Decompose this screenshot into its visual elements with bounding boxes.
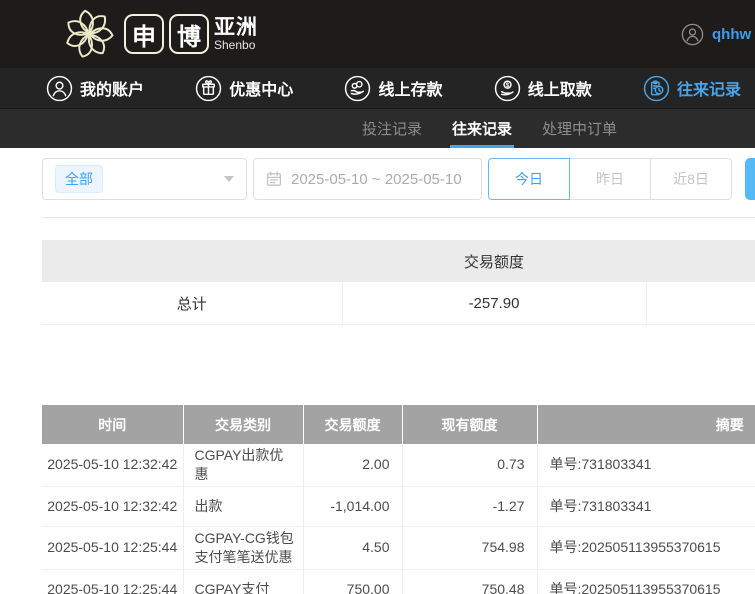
logo-region-text: 亚洲 — [214, 15, 258, 39]
user-icon — [46, 75, 73, 101]
search-button[interactable] — [745, 158, 755, 200]
summary-total-value: -257.90 — [342, 282, 647, 325]
transactions-table: 时间 交易类别 交易额度 现有额度 摘要 2025-05-10 12:32:42… — [42, 405, 755, 594]
brand-header: 申 博 亚洲 Shenbo qhhw — [0, 0, 755, 68]
nav-item-withdraw[interactable]: $ 线上取款 — [494, 75, 592, 102]
logo-subtitle-text: Shenbo — [214, 37, 256, 52]
table-cell: 2.00 — [303, 444, 403, 487]
table-cell: 0.73 — [402, 444, 538, 487]
sub-nav: 投注记录 往来记录 处理中订单 — [0, 109, 755, 148]
tab-label: 往来记录 — [452, 121, 513, 138]
nav-item-label: 往来记录 — [676, 82, 741, 99]
tab-label: 处理中订单 — [542, 121, 618, 138]
last-8-days-button[interactable]: 近8日 — [650, 158, 732, 200]
calendar-icon — [266, 171, 282, 186]
tab-transaction-records[interactable]: 往来记录 — [450, 109, 515, 148]
table-cell: 单号:731803341 — [537, 486, 755, 527]
date-range-value: 2025-05-10 ~ 2025-05-10 — [291, 170, 462, 188]
table-cell: 754.98 — [402, 526, 538, 570]
nav-item-label: 线上存款 — [378, 82, 443, 99]
yesterday-button[interactable]: 昨日 — [569, 158, 651, 200]
user-area[interactable]: qhhw — [681, 0, 751, 68]
tab-betting-records[interactable]: 投注记录 — [362, 109, 422, 148]
summary-header-amount: 交易额度 — [342, 240, 646, 282]
records-icon — [643, 75, 670, 101]
table-row: 2025-05-10 12:25:44 CGPAY支付 750.00 750.48 单号… — [42, 569, 755, 594]
table-cell: CGPAY出款优惠 — [183, 444, 304, 487]
table-row: 2025-05-10 12:32:42 出款 -1,014.00 -1.27 单号:73… — [42, 486, 755, 527]
table-cell: 750.48 — [402, 569, 538, 594]
tab-pending-orders[interactable]: 处理中订单 — [542, 109, 617, 148]
nav-item-promotions[interactable]: 优惠中心 — [195, 75, 293, 102]
tab-label: 投注记录 — [362, 121, 423, 138]
page: 申 博 亚洲 Shenbo qhhw 我的账户 优惠中心 线上存款 $ 线上取款… — [0, 0, 755, 594]
withdraw-icon: $ — [494, 75, 520, 101]
main-nav: 我的账户 优惠中心 线上存款 $ 线上取款 往来记录 — [0, 68, 755, 109]
date-range-input[interactable]: 2025-05-10 ~ 2025-05-10 — [253, 158, 482, 200]
table-cell: -1.27 — [402, 486, 538, 527]
nav-item-label: 优惠中心 — [229, 82, 294, 99]
quick-range-group: 今日 昨日 近8日 — [488, 158, 732, 200]
flower-logo-icon — [66, 9, 114, 58]
col-category: 交易类别 — [183, 405, 304, 444]
table-cell: CGPAY-CG钱包支付笔笔送优惠 — [183, 526, 304, 570]
logo-char-shen: 申 — [124, 14, 164, 54]
logo-char-bo: 博 — [169, 14, 209, 54]
section-divider — [42, 217, 755, 218]
summary-total-row: 总计 -257.90 — [42, 282, 755, 325]
summary-header-empty — [42, 240, 342, 282]
table-cell: 单号:731803341 — [537, 444, 755, 487]
type-select[interactable]: 全部 — [42, 158, 247, 200]
table-cell: 单号:202505113955370615 — [537, 569, 755, 594]
summary-header-empty — [646, 240, 755, 282]
col-summary: 摘要 — [537, 405, 755, 444]
summary-empty-cell — [646, 282, 755, 325]
col-time: 时间 — [42, 405, 184, 444]
col-amount: 交易额度 — [303, 405, 403, 444]
username[interactable]: qhhw — [712, 26, 751, 43]
nav-item-transaction-records[interactable]: 往来记录 — [643, 75, 741, 102]
today-button[interactable]: 今日 — [488, 158, 570, 200]
table-cell: 2025-05-10 12:25:44 — [42, 569, 184, 594]
nav-item-my-account[interactable]: 我的账户 — [46, 75, 144, 102]
table-cell: 出款 — [183, 486, 304, 527]
table-cell: 2025-05-10 12:32:42 — [42, 486, 184, 527]
summary-total-label: 总计 — [42, 282, 343, 325]
transactions-header-row: 时间 交易类别 交易额度 现有额度 摘要 — [42, 405, 755, 444]
col-balance: 现有额度 — [402, 405, 538, 444]
table-row: 2025-05-10 12:25:44 CGPAY-CG钱包支付笔笔送优惠 4.50… — [42, 526, 755, 570]
user-avatar-icon — [681, 23, 704, 45]
filter-bar: 全部 2025-05-10 ~ 2025-05-10 今日 昨日 近8日 — [42, 158, 755, 200]
table-cell: CGPAY支付 — [183, 569, 304, 594]
table-row: 2025-05-10 12:32:42 CGPAY出款优惠 2.00 0.73 单号:7… — [42, 444, 755, 487]
chevron-down-icon — [224, 176, 234, 182]
transactions-body: 2025-05-10 12:32:42 CGPAY出款优惠 2.00 0.73 单号:7… — [42, 444, 755, 594]
table-cell: 2025-05-10 12:25:44 — [42, 526, 184, 570]
summary-header-row: 交易额度 — [42, 240, 755, 282]
table-cell: -1,014.00 — [303, 486, 403, 527]
nav-item-label: 线上取款 — [527, 82, 592, 99]
summary-table: 交易额度 总计 -257.90 — [42, 240, 755, 325]
deposit-icon — [345, 75, 371, 101]
nav-item-deposit[interactable]: 线上存款 — [344, 75, 442, 102]
nav-item-label: 我的账户 — [80, 82, 145, 99]
table-cell: 4.50 — [303, 526, 403, 570]
gift-icon — [196, 75, 222, 101]
table-cell: 单号:202505113955370615 — [537, 526, 755, 570]
logo[interactable]: 申 博 亚洲 Shenbo — [60, 5, 258, 63]
table-cell: 2025-05-10 12:32:42 — [42, 444, 184, 487]
svg-text:$: $ — [505, 81, 509, 88]
type-selected-tag[interactable]: 全部 — [55, 165, 103, 193]
table-cell: 750.00 — [303, 569, 403, 594]
